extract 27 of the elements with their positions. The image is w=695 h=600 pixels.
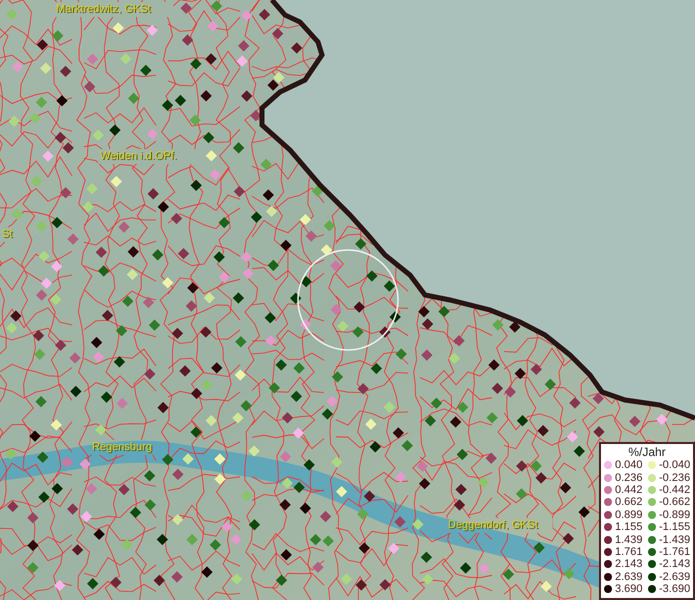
legend-value: 3.690 [615,583,643,596]
legend-value: -1.761 [659,546,690,558]
legend-value: -0.236 [659,472,690,484]
legend-value: -0.040 [659,459,690,472]
city-label: Regensburg [92,441,152,454]
legend-value: 1.439 [615,534,643,546]
city-label: Weiden i.d.OPf. [100,150,177,163]
legend-value: -2.143 [659,558,690,570]
legend-value: 0.442 [615,484,643,496]
legend-value: -0.662 [659,496,690,508]
legend-value: -1.439 [659,534,690,546]
legend-value: -0.442 [659,484,690,496]
legend-value: 0.662 [615,496,643,508]
legend-value: 0.040 [615,459,643,472]
legend-title: %/Jahr [627,445,667,459]
legend-value: 1.761 [615,546,643,558]
legend-value: 2.143 [615,558,643,570]
legend-value: 1.155 [615,521,643,534]
legend-value: 2.639 [615,570,643,583]
legend-value: 0.236 [615,472,643,484]
legend-value: -1.155 [659,521,690,534]
legend-value: -0.899 [659,508,690,521]
legend-value: 0.899 [615,508,643,521]
legend-value: -2.639 [659,570,690,583]
city-label: Marktredwitz, GKSt [56,3,151,16]
city-label: Deggendorf, GKSt [448,519,538,532]
legend-value: -3.690 [659,583,690,596]
